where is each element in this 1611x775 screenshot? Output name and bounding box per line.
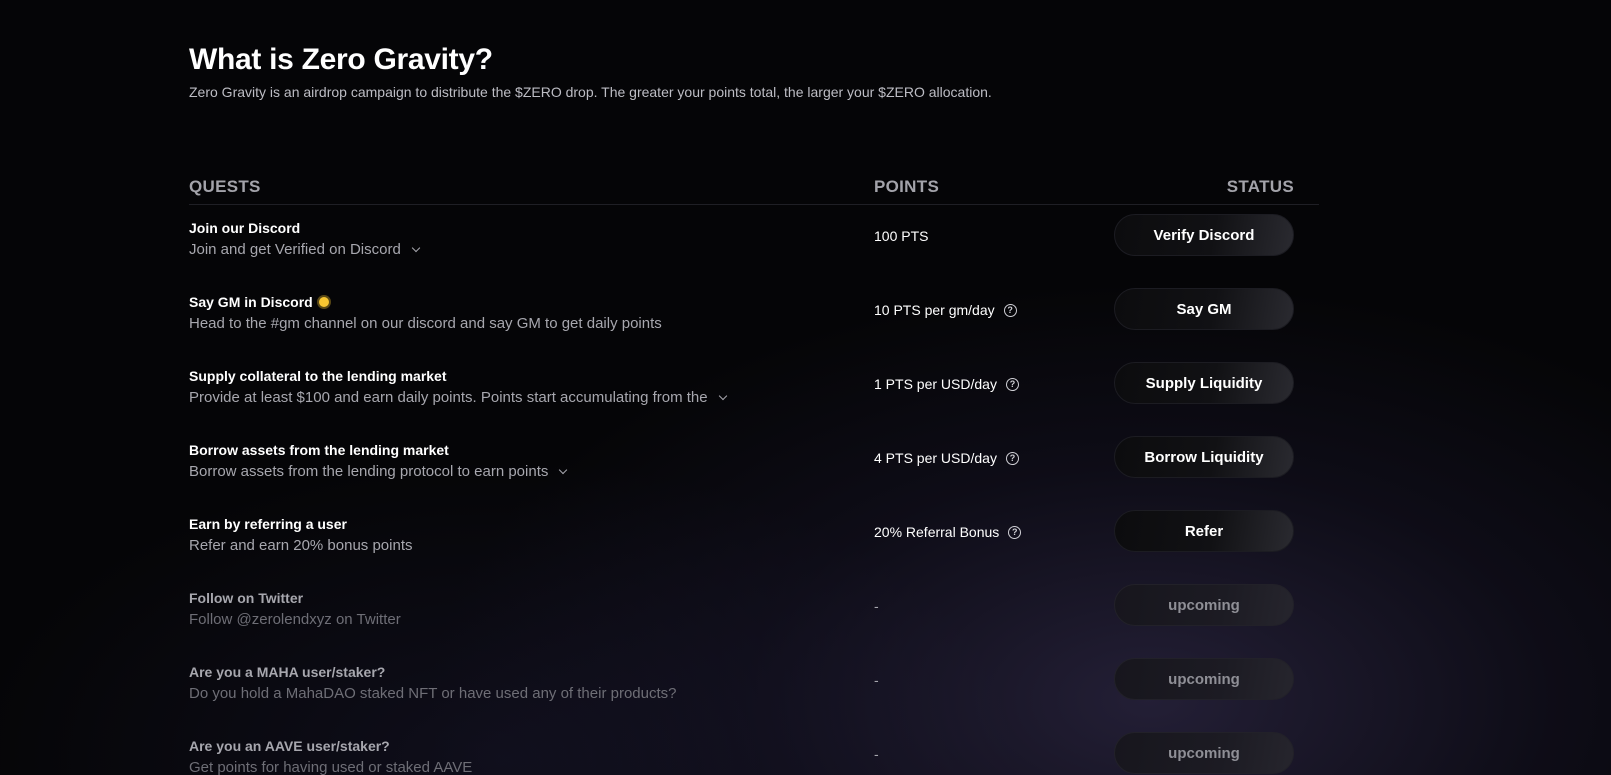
quest-title: Join our Discord <box>189 220 301 236</box>
quest-row-join-discord: Join our Discord Join and get Verified o… <box>189 214 1319 288</box>
quest-row-maha: Are you a MAHA user/staker? Do you hold … <box>189 658 1319 732</box>
quest-title: Say GM in Discord <box>189 294 329 310</box>
help-circle-icon[interactable]: ? <box>1008 525 1022 539</box>
chevron-down-icon[interactable] <box>559 465 568 474</box>
verify-discord-button[interactable]: Verify Discord <box>1114 214 1294 256</box>
quest-points: - <box>874 746 879 762</box>
quest-description: Do you hold a MahaDAO staked NFT or have… <box>189 685 677 702</box>
quest-row-aave: Are you an AAVE user/staker? Get points … <box>189 732 1319 775</box>
quest-row-supply-collateral: Supply collateral to the lending market … <box>189 362 1319 436</box>
borrow-liquidity-button[interactable]: Borrow Liquidity <box>1114 436 1294 478</box>
help-circle-icon[interactable]: ? <box>1005 377 1019 391</box>
column-header-status: STATUS <box>1226 177 1294 196</box>
quest-description: Refer and earn 20% bonus points <box>189 537 413 554</box>
quest-description: Get points for having used or staked AAV… <box>189 759 473 775</box>
quest-points: - <box>874 598 879 614</box>
quest-description[interactable]: Join and get Verified on Discord <box>189 241 421 258</box>
quest-description[interactable]: Provide at least $100 and earn daily poi… <box>189 389 727 406</box>
page-title: What is Zero Gravity? <box>189 43 493 76</box>
quest-description[interactable]: Borrow assets from the lending protocol … <box>189 463 568 480</box>
quest-title: Supply collateral to the lending market <box>189 368 447 384</box>
quest-description: Follow @zerolendxyz on Twitter <box>189 611 401 628</box>
column-header-quests: QUESTS <box>189 177 261 196</box>
quest-title: Earn by referring a user <box>189 516 347 532</box>
column-header-points: POINTS <box>874 177 940 196</box>
quest-title: Follow on Twitter <box>189 590 304 606</box>
quest-points: 100 PTS <box>874 228 929 244</box>
quest-points: 1 PTS per USD/day? <box>874 362 1019 406</box>
say-gm-button[interactable]: Say GM <box>1114 288 1294 330</box>
page-subtitle: Zero Gravity is an airdrop campaign to d… <box>189 84 992 100</box>
supply-liquidity-button[interactable]: Supply Liquidity <box>1114 362 1294 404</box>
upcoming-button: upcoming <box>1114 732 1294 774</box>
quest-row-borrow-assets: Borrow assets from the lending market Bo… <box>189 436 1319 510</box>
quest-points: 20% Referral Bonus? <box>874 510 1022 554</box>
quest-title: Are you an AAVE user/staker? <box>189 738 390 754</box>
page: What is Zero Gravity? Zero Gravity is an… <box>0 0 1611 775</box>
quest-description: Head to the #gm channel on our discord a… <box>189 315 662 332</box>
quest-points: - <box>874 672 879 688</box>
quest-points: 10 PTS per gm/day? <box>874 288 1017 332</box>
help-circle-icon[interactable]: ? <box>1003 303 1017 317</box>
refer-button[interactable]: Refer <box>1114 510 1294 552</box>
chevron-down-icon[interactable] <box>411 243 421 252</box>
quests-table-header: QUESTS POINTS STATUS <box>189 174 1319 205</box>
chevron-down-icon[interactable] <box>718 391 727 400</box>
help-circle-icon[interactable]: ? <box>1005 451 1019 465</box>
upcoming-button: upcoming <box>1114 658 1294 700</box>
quest-row-follow-twitter: Follow on Twitter Follow @zerolendxyz on… <box>189 584 1319 658</box>
quest-row-referral: Earn by referring a user Refer and earn … <box>189 510 1319 584</box>
quest-points: 4 PTS per USD/day? <box>874 436 1019 480</box>
upcoming-button: upcoming <box>1114 584 1294 626</box>
quest-title: Are you a MAHA user/staker? <box>189 664 386 680</box>
quest-row-say-gm: Say GM in Discord Head to the #gm channe… <box>189 288 1319 362</box>
quest-title: Borrow assets from the lending market <box>189 442 449 458</box>
sun-icon <box>318 297 329 307</box>
main-content: What is Zero Gravity? Zero Gravity is an… <box>189 40 1319 775</box>
